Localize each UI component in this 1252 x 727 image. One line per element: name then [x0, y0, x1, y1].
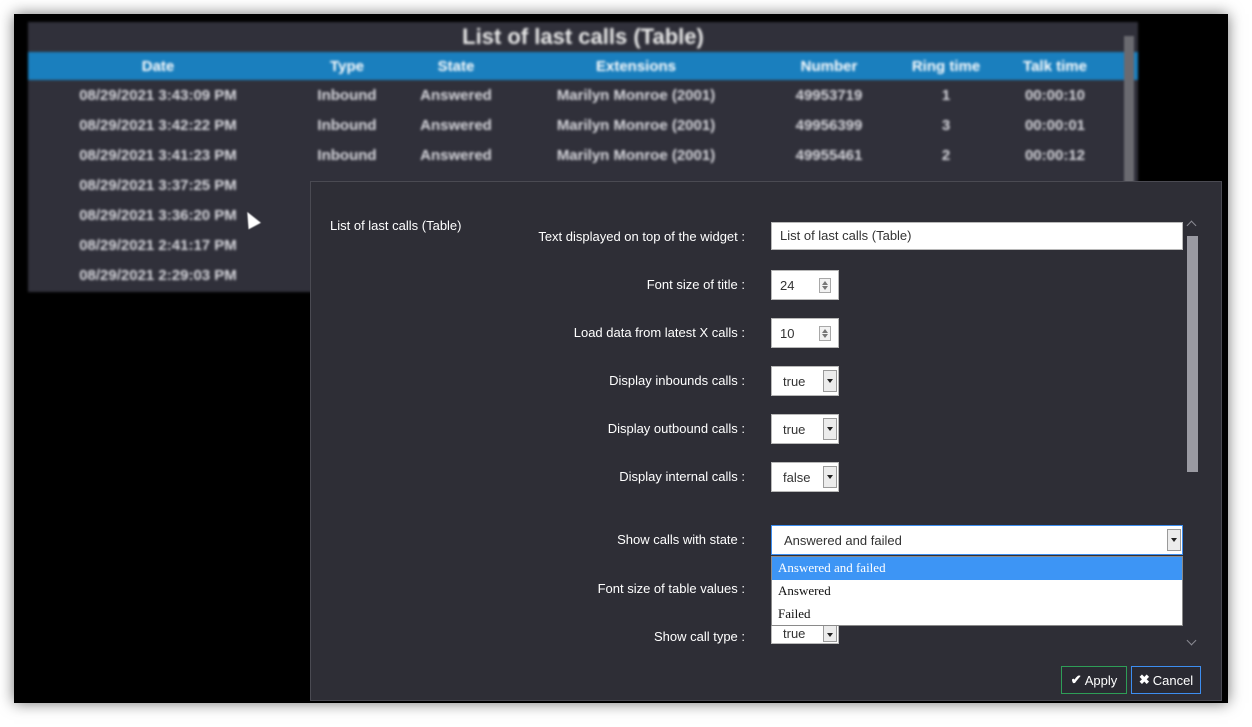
background-scrollbar[interactable] [1124, 36, 1134, 186]
form-row-internal: Display internal calls : false [311, 462, 1171, 492]
cancel-button[interactable]: ✖ Cancel [1131, 666, 1201, 694]
call-state-dropdown-list: Answered and failed Answered Failed [771, 556, 1183, 626]
x-icon: ✖ [1138, 672, 1150, 687]
inbound-select[interactable]: true [771, 366, 839, 396]
table-row: 08/29/2021 3:41:23 PM Inbound Answered Mari… [28, 140, 1138, 170]
column-header: Extensions [595, 57, 677, 75]
table-cell: Answered [420, 146, 492, 164]
table-cell: 08/29/2021 2:29:03 PM [79, 266, 237, 284]
form-row-inbound: Display inbounds calls : true [311, 366, 1171, 396]
select-value: true [783, 374, 806, 389]
table-row: 08/29/2021 3:42:22 PM Inbound Answered Mari… [28, 110, 1138, 140]
column-header: State [437, 57, 475, 75]
table-cell: 00:00:12 [1024, 146, 1086, 164]
table-cell: 2 [941, 146, 951, 164]
table-cell: 08/29/2021 3:43:09 PM [79, 86, 237, 104]
table-cell: 49955461 [795, 146, 863, 164]
select-value: true [783, 422, 806, 437]
spin-arrows-icon[interactable] [819, 278, 831, 293]
title-font-size-stepper[interactable]: 24 [771, 270, 839, 300]
outbound-select[interactable]: true [771, 414, 839, 444]
scrollbar-thumb[interactable] [1187, 236, 1198, 472]
form-row-outbound: Display outbound calls : true [311, 414, 1171, 444]
latest-calls-stepper[interactable]: 10 [771, 318, 839, 348]
field-label: Show call type : [653, 629, 745, 644]
apply-label: Apply [1084, 672, 1118, 688]
stepper-value: 10 [780, 326, 795, 341]
table-cell: Inbound [317, 86, 377, 104]
form-row-state: Show calls with state : Answered and fai… [311, 525, 1183, 555]
check-icon: ✔ [1070, 672, 1082, 687]
column-header: Type [330, 57, 364, 75]
table-cell: Answered [420, 86, 492, 104]
field-label: Load data from latest X calls : [573, 325, 745, 340]
table-cell: Inbound [317, 116, 377, 134]
dropdown-option[interactable]: Answered [772, 580, 1182, 603]
field-label: Font size of table values : [597, 581, 745, 596]
field-label: Display internal calls : [619, 469, 745, 484]
table-cell: 08/29/2021 2:41:17 PM [79, 236, 237, 254]
table-cell: 3 [941, 116, 951, 134]
widget-title: List of last calls (Table) [462, 24, 704, 49]
table-cell: Marilyn Monroe (2001) [556, 116, 716, 134]
internal-select[interactable]: false [771, 462, 839, 492]
table-cell: Marilyn Monroe (2001) [556, 146, 716, 164]
column-header: Date [141, 57, 175, 75]
field-label: Text displayed on top of the widget : [538, 229, 745, 244]
chevron-down-icon[interactable] [1167, 529, 1181, 551]
table-row: 08/29/2021 3:43:09 PM Inbound Answered Mari… [28, 80, 1138, 110]
column-header: Ring time [911, 57, 981, 75]
form-row-title-font-size: Font size of title : 24 [311, 270, 1171, 300]
chevron-up-icon[interactable] [1186, 220, 1197, 231]
form-row-title-text: Text displayed on top of the widget : Li… [311, 222, 1183, 252]
apply-button[interactable]: ✔ Apply [1061, 666, 1127, 694]
cancel-label: Cancel [1152, 672, 1194, 688]
table-cell: 00:00:10 [1024, 86, 1086, 104]
call-state-select[interactable]: Answered and failed [771, 525, 1183, 555]
stepper-value: 24 [780, 278, 795, 293]
app-window: List of last calls (Table) Date Type Sta… [14, 14, 1228, 703]
chevron-down-icon[interactable] [1186, 635, 1197, 646]
table-cell: Inbound [317, 146, 377, 164]
table-cell: Marilyn Monroe (2001) [556, 86, 716, 104]
title-text-input[interactable]: List of last calls (Table) [771, 222, 1183, 250]
table-cell: 08/29/2021 3:41:23 PM [79, 146, 237, 164]
spin-arrows-icon[interactable] [819, 326, 831, 341]
dialog-scrollbar[interactable] [1185, 218, 1200, 648]
dropdown-option[interactable]: Answered and failed [772, 557, 1182, 580]
form-row-latest-calls: Load data from latest X calls : 10 [311, 318, 1171, 348]
select-value: false [783, 470, 811, 485]
form-row-call-type: Show call type : true [311, 622, 1171, 652]
table-cell: 49953719 [795, 86, 863, 104]
column-header: Talk time [1023, 57, 1087, 75]
chevron-down-icon[interactable] [823, 624, 837, 642]
table-header: Date Type State Extensions Number Ring t… [28, 52, 1138, 80]
table-cell: 1 [941, 86, 951, 104]
table-cell: Answered [420, 116, 492, 134]
chevron-down-icon[interactable] [823, 370, 837, 392]
field-label: Show calls with state : [617, 532, 745, 547]
select-value: Answered and failed [784, 533, 902, 548]
table-cell: 49956399 [795, 116, 863, 134]
select-value: true [783, 626, 806, 641]
table-cell: 08/29/2021 3:42:22 PM [79, 116, 237, 134]
column-header: Number [800, 57, 858, 75]
field-label: Font size of title : [646, 277, 745, 292]
table-cell: 08/29/2021 3:37:25 PM [79, 176, 237, 194]
widget-settings-dialog: List of last calls (Table) Text displaye… [310, 181, 1222, 701]
dropdown-option[interactable]: Failed [772, 603, 1182, 626]
field-label: Display inbounds calls : [609, 373, 745, 388]
table-cell: 00:00:01 [1024, 116, 1086, 134]
field-label: Display outbound calls : [607, 421, 745, 436]
chevron-down-icon[interactable] [823, 418, 837, 440]
chevron-down-icon[interactable] [823, 466, 837, 488]
